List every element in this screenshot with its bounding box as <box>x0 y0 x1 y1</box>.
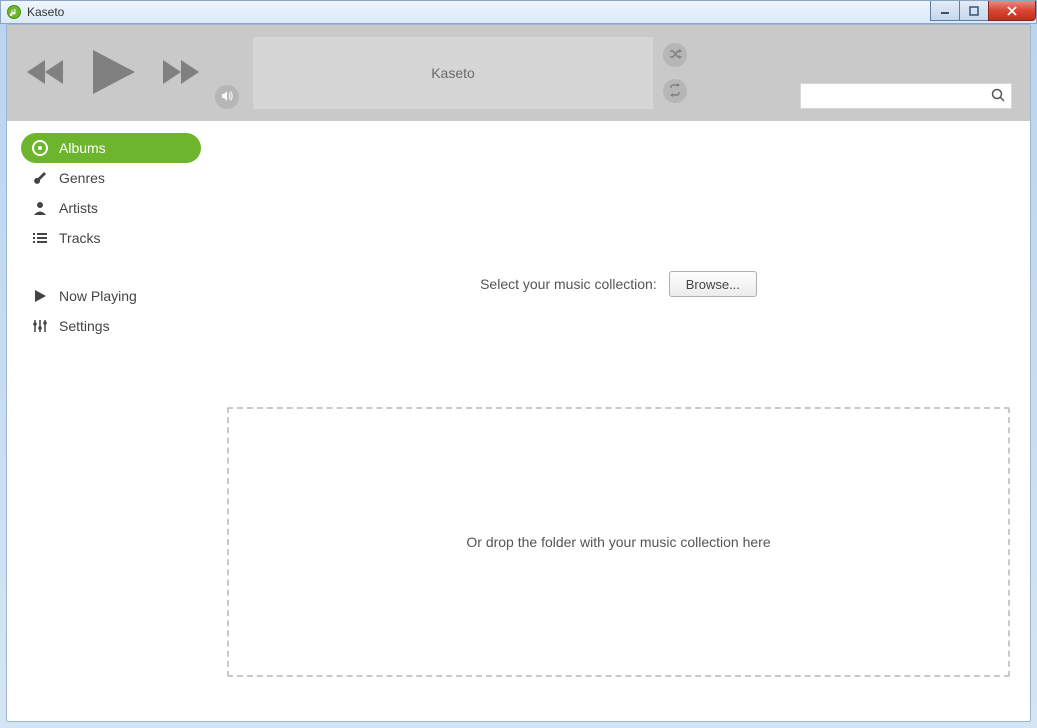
guitar-icon <box>31 170 49 186</box>
list-icon <box>31 230 49 246</box>
next-button[interactable] <box>157 57 201 90</box>
maximize-button[interactable] <box>959 1 989 21</box>
player-bar: Kaseto <box>7 25 1030 121</box>
search-input[interactable] <box>807 89 991 104</box>
sidebar-item-tracks[interactable]: Tracks <box>21 223 221 253</box>
sidebar-item-label: Genres <box>59 170 105 186</box>
dropzone[interactable]: Or drop the folder with your music colle… <box>227 407 1010 677</box>
shuffle-button[interactable] <box>663 43 687 67</box>
main-content: Select your music collection: Browse... … <box>227 121 1030 721</box>
volume-icon <box>220 89 234 106</box>
app-frame: Kaseto <box>6 24 1031 722</box>
sidebar-item-genres[interactable]: Genres <box>21 163 221 193</box>
sliders-icon <box>31 318 49 334</box>
sidebar-item-label: Settings <box>59 318 110 334</box>
sidebar-item-artists[interactable]: Artists <box>21 193 221 223</box>
previous-button[interactable] <box>25 57 69 90</box>
person-icon <box>31 200 49 216</box>
close-button[interactable] <box>988 1 1036 21</box>
play-icon <box>31 289 49 303</box>
app-icon <box>7 5 21 19</box>
playback-controls <box>25 48 201 99</box>
window-title: Kaseto <box>27 5 64 19</box>
shuffle-icon <box>668 47 682 64</box>
window-controls <box>931 1 1036 21</box>
titlebar: Kaseto <box>0 0 1037 24</box>
now-playing-display: Kaseto <box>253 37 653 109</box>
play-button[interactable] <box>87 48 139 99</box>
search-box[interactable] <box>800 83 1012 109</box>
sidebar-item-label: Albums <box>59 140 106 156</box>
browse-button[interactable]: Browse... <box>669 271 757 297</box>
sidebar-item-label: Artists <box>59 200 98 216</box>
search-icon <box>991 88 1005 105</box>
sidebar-item-albums[interactable]: Albums <box>21 133 201 163</box>
sidebar-item-label: Now Playing <box>59 288 137 304</box>
minimize-button[interactable] <box>930 1 960 21</box>
repeat-icon <box>668 83 682 100</box>
dropzone-label: Or drop the folder with your music colle… <box>466 534 770 550</box>
repeat-button[interactable] <box>663 79 687 103</box>
sidebar: Albums Genres Artists <box>7 121 227 721</box>
sidebar-item-settings[interactable]: Settings <box>21 311 221 341</box>
sidebar-item-label: Tracks <box>59 230 100 246</box>
now-playing-label: Kaseto <box>431 65 475 81</box>
select-collection-label: Select your music collection: <box>480 276 657 292</box>
sidebar-item-now-playing[interactable]: Now Playing <box>21 281 221 311</box>
volume-button[interactable] <box>215 85 239 109</box>
disc-icon <box>31 140 49 156</box>
